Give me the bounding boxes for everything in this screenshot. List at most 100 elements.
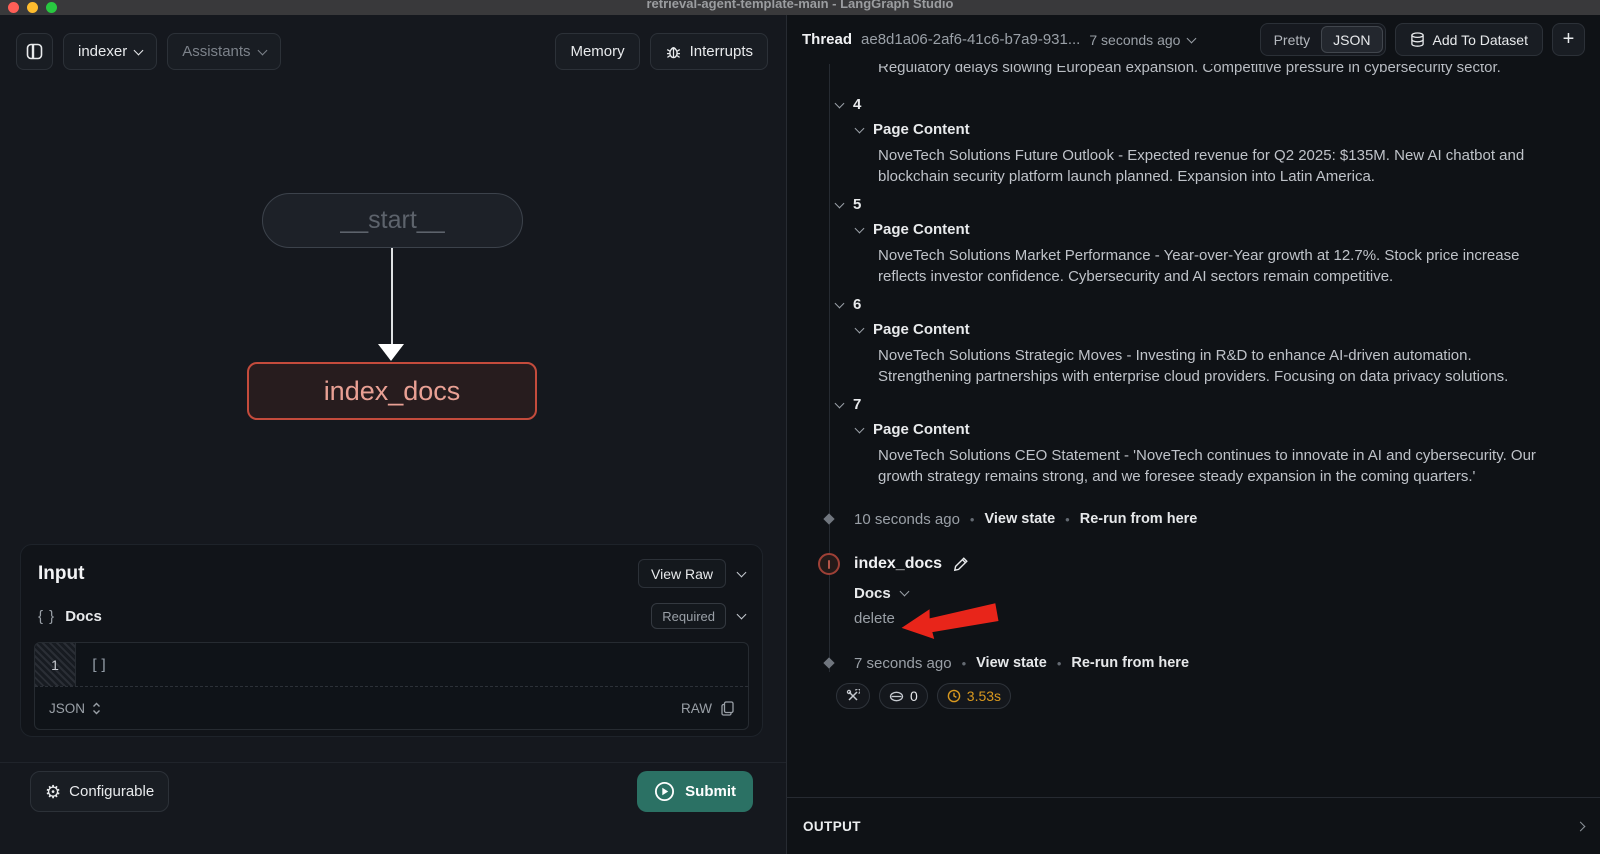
tools-badge[interactable] [836, 683, 870, 709]
duration-badge[interactable]: 3.53s [937, 683, 1011, 709]
view-mode-pretty[interactable]: Pretty [1263, 26, 1322, 53]
view-mode-json[interactable]: JSON [1321, 26, 1382, 53]
start-node-label: __start__ [340, 206, 444, 235]
graph-node-index-docs[interactable]: index_docs [247, 362, 537, 420]
thread-content: Regulatory delays slowing European expan… [787, 64, 1600, 797]
bug-icon [665, 43, 682, 60]
configurable-label: Configurable [69, 783, 154, 800]
raw-copy-control[interactable]: RAW [681, 701, 734, 716]
format-label: JSON [49, 701, 85, 716]
collapse-input-button[interactable] [738, 572, 745, 576]
view-state-link[interactable]: View state [984, 511, 1055, 527]
submit-button[interactable]: Submit [637, 771, 753, 812]
tools-icon [846, 689, 860, 703]
doc-field-toggle[interactable]: Page Content [787, 121, 1600, 138]
bullet-separator: • [1065, 512, 1070, 527]
graph-panel: indexer Assistants Memory Interrupts [0, 15, 786, 854]
node-docs-toggle[interactable]: Docs [787, 584, 1600, 602]
editor-code-text[interactable]: [] [76, 643, 108, 686]
collapse-docs-field-button[interactable] [738, 614, 745, 618]
doc-field-toggle[interactable]: Page Content [787, 321, 1600, 338]
checkpoint-row: 10 seconds ago • View state • Re-run fro… [787, 511, 1600, 527]
window-title: retrieval-agent-template-main - LangGrap… [0, 0, 1600, 11]
graph-select-label: indexer [78, 43, 127, 60]
token-count: 0 [910, 688, 918, 704]
format-select[interactable]: JSON [49, 701, 101, 716]
docs-field-label: Docs [65, 608, 102, 625]
database-icon [1410, 32, 1425, 48]
view-raw-button[interactable]: View Raw [638, 559, 726, 588]
json-editor: 1 [] JSON RAW [34, 642, 749, 730]
chevron-down-icon [899, 587, 909, 597]
chevron-down-icon [856, 128, 863, 132]
doc-index: 4 [853, 96, 861, 113]
editor-line-number: 1 [35, 643, 76, 686]
rerun-link[interactable]: Re-run from here [1071, 655, 1189, 671]
docs-field-row: { } Docs Required [34, 603, 749, 629]
doc-field-label: Page Content [873, 321, 970, 338]
toggle-sidebar-button[interactable] [16, 33, 53, 70]
memory-label: Memory [570, 43, 624, 60]
doc-field-toggle[interactable]: Page Content [787, 421, 1600, 438]
doc-item-toggle[interactable]: 5 [787, 196, 1600, 213]
chevron-down-icon [134, 45, 144, 55]
output-section-header[interactable]: OUTPUT [787, 797, 1600, 854]
chevron-right-icon [1577, 823, 1584, 830]
rerun-link[interactable]: Re-run from here [1080, 511, 1198, 527]
chevron-down-icon [856, 428, 863, 432]
copy-icon [721, 701, 734, 716]
graph-edge [391, 248, 393, 345]
token-icon [889, 691, 904, 702]
chevron-down-icon [856, 328, 863, 332]
doc-item-toggle[interactable]: 4 [787, 96, 1600, 113]
doc-field-label: Page Content [873, 221, 970, 238]
submit-label: Submit [685, 783, 736, 800]
doc-field-label: Page Content [873, 121, 970, 138]
input-title: Input [38, 563, 84, 585]
doc-text: NoveTech Solutions CEO Statement - 'Nove… [787, 445, 1559, 487]
doc-item-toggle[interactable]: 6 [787, 296, 1600, 313]
chevron-down-icon [257, 45, 267, 55]
node-docs-label: Docs [854, 585, 891, 602]
checkpoint-diamond-icon [823, 513, 834, 524]
output-label: OUTPUT [803, 819, 861, 834]
interrupts-button[interactable]: Interrupts [650, 33, 768, 70]
duration-value: 3.53s [967, 688, 1001, 704]
thread-header: Thread ae8d1a06-2af6-41c6-b7a9-931... 7 … [787, 15, 1600, 64]
doc-text: NoveTech Solutions Market Performance - … [787, 245, 1559, 287]
chevron-down-icon [1187, 33, 1197, 43]
clock-icon [947, 689, 961, 703]
assistants-dropdown[interactable]: Assistants [167, 33, 280, 70]
doc-index: 6 [853, 296, 861, 313]
assistants-label: Assistants [182, 43, 250, 60]
view-state-link[interactable]: View state [976, 655, 1047, 671]
editor-toolbar: JSON RAW [35, 686, 748, 729]
thread-id: ae8d1a06-2af6-41c6-b7a9-931... [861, 31, 1080, 48]
thread-time-dropdown[interactable]: 7 seconds ago [1089, 32, 1195, 48]
view-mode-toggle: Pretty JSON [1260, 23, 1386, 56]
chevron-down-icon [856, 228, 863, 232]
editor-code-area[interactable]: 1 [] [35, 643, 748, 686]
window-titlebar: retrieval-agent-template-main - LangGrap… [0, 0, 1600, 15]
chevron-down-icon [836, 203, 843, 207]
node-execution-row: index_docs [787, 552, 1600, 576]
braces-icon: { } [38, 608, 55, 625]
token-count-badge[interactable]: 0 [879, 683, 928, 709]
new-thread-button[interactable]: + [1552, 23, 1585, 56]
graph-node-start[interactable]: __start__ [262, 193, 523, 248]
required-badge: Required [651, 603, 726, 629]
memory-button[interactable]: Memory [555, 33, 639, 70]
edit-pencil-icon[interactable] [953, 556, 969, 572]
raw-label: RAW [681, 701, 712, 716]
doc-index: 7 [853, 396, 861, 413]
gear-icon: ⚙ [45, 783, 61, 801]
configurable-button[interactable]: ⚙ Configurable [30, 771, 169, 812]
add-to-dataset-button[interactable]: Add To Dataset [1395, 23, 1543, 56]
doc-partial-line: Regulatory delays slowing European expan… [787, 64, 1600, 84]
graph-select-dropdown[interactable]: indexer [63, 33, 157, 70]
doc-field-toggle[interactable]: Page Content [787, 221, 1600, 238]
doc-item-toggle[interactable]: 7 [787, 396, 1600, 413]
chevron-down-icon [737, 567, 747, 577]
executed-node-name: index_docs [854, 555, 942, 573]
input-header: Input View Raw [34, 559, 749, 588]
